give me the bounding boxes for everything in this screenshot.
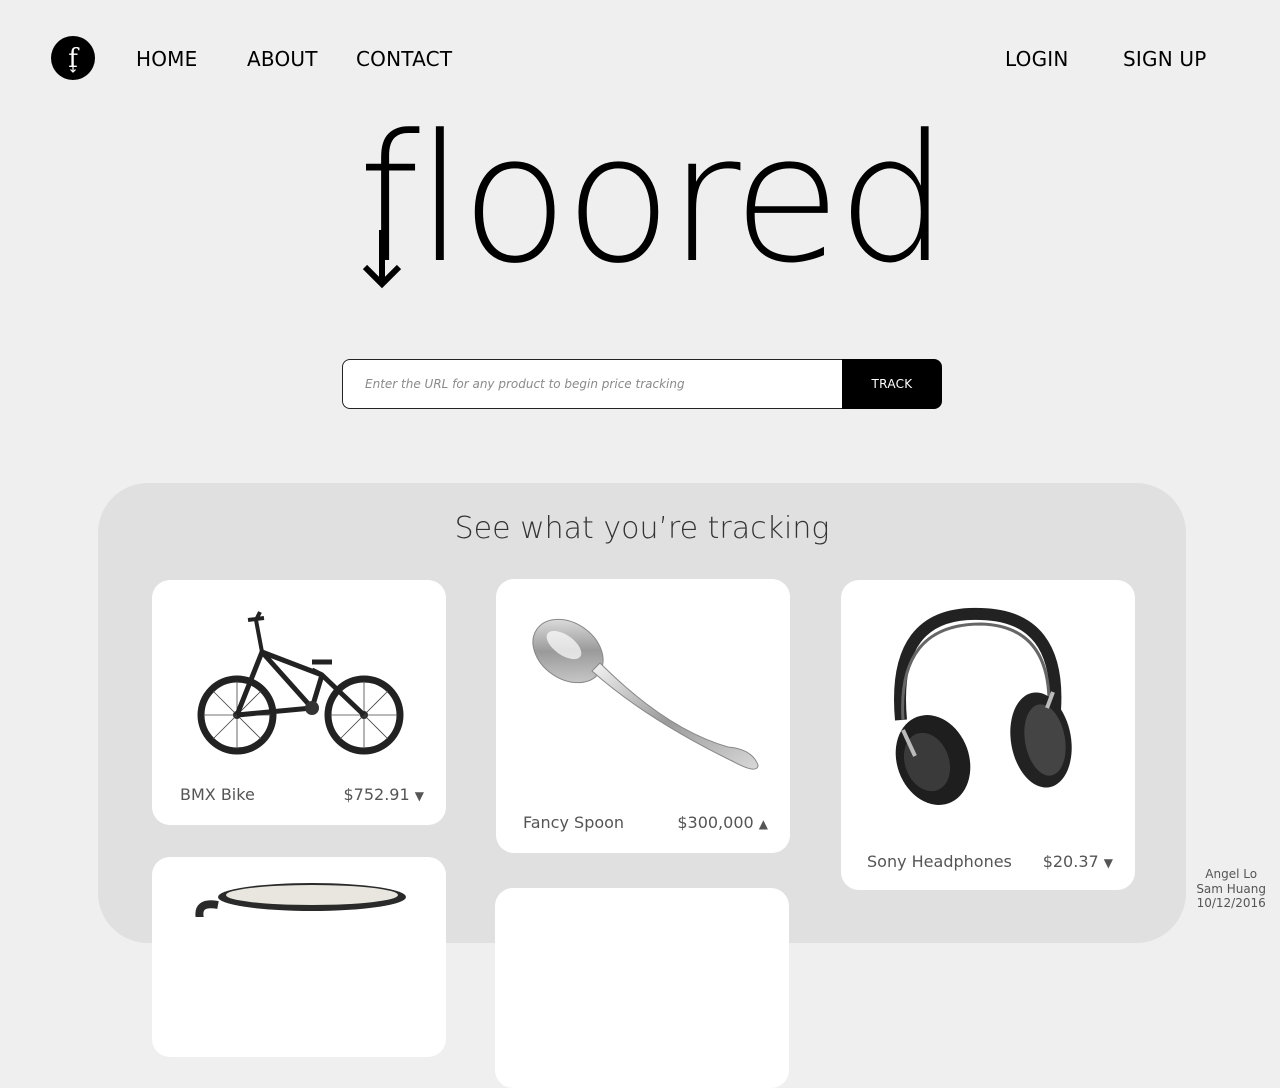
nav-contact-link[interactable]: CONTACT	[356, 46, 452, 72]
spoon-image	[532, 618, 759, 770]
product-price-value: $752.91	[343, 785, 410, 804]
track-form: TRACK	[342, 359, 942, 409]
logo-glyph: f	[68, 44, 80, 74]
nav-login-link[interactable]: LOGIN	[1005, 46, 1069, 72]
mug-image	[195, 883, 406, 917]
product-card-more[interactable]	[495, 888, 789, 1088]
floored-logo-icon[interactable]: f	[51, 36, 95, 80]
product-card-headphones[interactable]: Sony Headphones $20.37 ▼	[841, 580, 1135, 890]
price-up-icon: ▲	[758, 817, 768, 831]
product-card-bmx[interactable]: BMX Bike $752.91 ▼	[152, 580, 446, 825]
nav-signup-link[interactable]: SIGN UP	[1123, 46, 1207, 72]
product-price-value: $300,000	[677, 813, 754, 832]
price-down-icon: ▼	[414, 789, 424, 803]
credit-author-1: Angel Lo	[1205, 867, 1258, 881]
brand-wordmark-text: floored	[358, 97, 949, 302]
product-name: Fancy Spoon	[523, 813, 625, 832]
credit-author-2: Sam Huang	[1196, 881, 1266, 896]
product-price-value: $20.37	[1042, 852, 1099, 871]
nav-home-link[interactable]: HOME	[136, 46, 197, 72]
product-card-mug[interactable]	[152, 857, 446, 1057]
price-down-icon: ▼	[1103, 856, 1113, 870]
product-card-spoon[interactable]: Fancy Spoon $300,000 ▲	[496, 579, 790, 853]
product-name: BMX Bike	[180, 785, 255, 804]
bmx-bike-image	[197, 611, 404, 755]
tracking-title: See what you’re tracking	[454, 511, 830, 546]
tracking-panel: See what you’re tracking BMX Bike $752.9…	[98, 483, 1186, 1088]
product-price: $20.37 ▼	[1043, 852, 1113, 871]
product-price: $300,000 ▲	[677, 813, 768, 832]
credit-date: 10/12/2016	[1196, 896, 1266, 910]
product-url-input[interactable]	[342, 359, 842, 409]
headphones-image	[894, 607, 1072, 805]
product-price: $752.91 ▼	[344, 785, 425, 804]
svg-text:f: f	[68, 44, 80, 74]
brand-wordmark: floored	[358, 100, 949, 300]
nav-about-link[interactable]: ABOUT	[247, 46, 318, 72]
product-name: Sony Headphones	[867, 852, 1012, 871]
credits: Angel Lo Sam Huang 10/12/2016	[1196, 867, 1266, 911]
track-button[interactable]: TRACK	[842, 359, 942, 409]
down-arrow-icon	[362, 230, 402, 289]
